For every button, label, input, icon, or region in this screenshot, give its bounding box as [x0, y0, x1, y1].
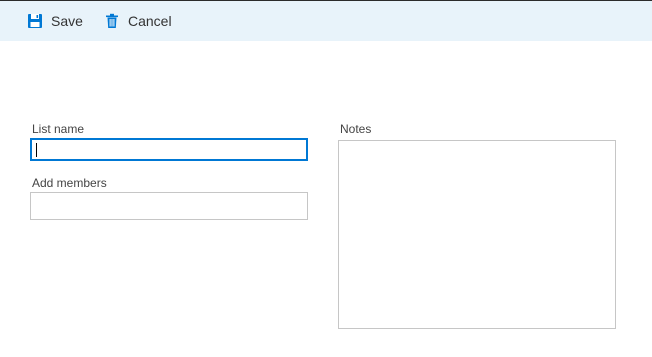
list-name-label: List name	[32, 122, 85, 136]
save-label: Save	[51, 13, 83, 29]
notes-textarea[interactable]	[338, 140, 616, 329]
floppy-disk-icon	[27, 13, 43, 29]
save-button[interactable]: Save	[27, 1, 83, 41]
add-members-input[interactable]	[30, 192, 308, 220]
notes-label: Notes	[340, 122, 372, 136]
new-list-form-page: Save Cancel List name Add members Notes	[0, 0, 652, 357]
trash-icon	[104, 13, 120, 29]
add-members-label: Add members	[32, 176, 107, 190]
command-bar: Save Cancel	[0, 1, 652, 41]
cancel-label: Cancel	[128, 13, 172, 29]
cancel-button[interactable]: Cancel	[104, 1, 172, 41]
list-name-input[interactable]	[30, 138, 308, 161]
text-caret	[36, 143, 37, 157]
